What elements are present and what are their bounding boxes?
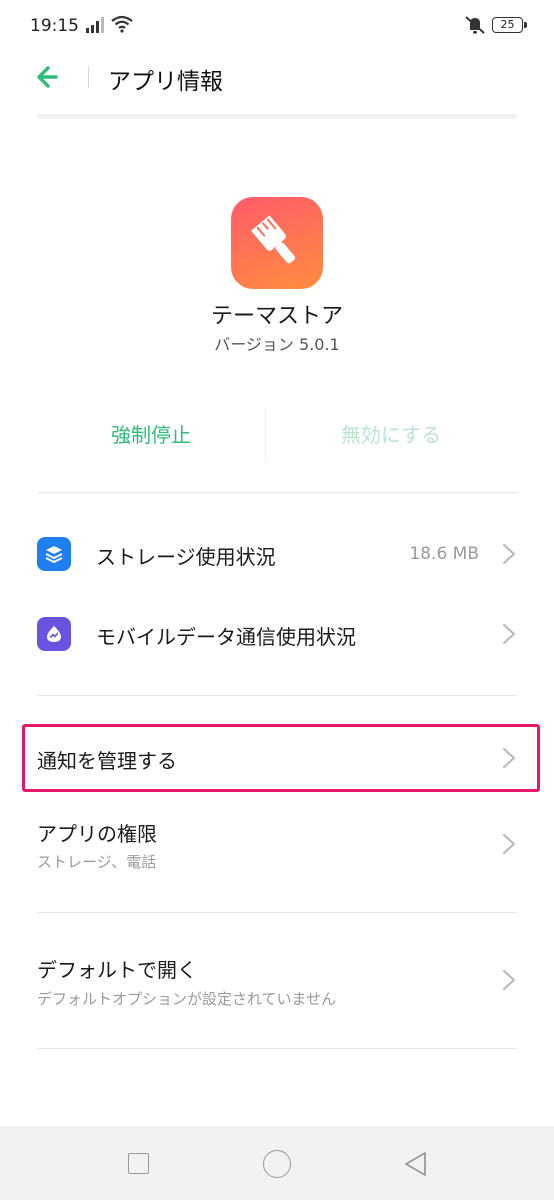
chevron-right-icon bbox=[502, 543, 516, 565]
header-divider bbox=[88, 66, 89, 88]
back-arrow-icon[interactable] bbox=[34, 62, 70, 92]
app-actions: 強制停止 無効にする bbox=[37, 405, 517, 465]
chevron-right-icon bbox=[502, 833, 516, 855]
page-title: アプリ情報 bbox=[108, 69, 223, 95]
navigation-bar bbox=[0, 1126, 554, 1200]
section-divider bbox=[37, 1048, 517, 1049]
open-by-default-label: デフォルトで開く bbox=[37, 958, 197, 982]
vibrate-mute-icon bbox=[465, 16, 485, 34]
section-divider bbox=[37, 695, 517, 696]
open-by-default-summary: デフォルトオプションが設定されていません bbox=[37, 990, 337, 1008]
back-triangle-icon[interactable] bbox=[402, 1150, 428, 1178]
section-divider bbox=[37, 492, 517, 493]
chevron-right-icon bbox=[502, 623, 516, 645]
home-circle-icon[interactable] bbox=[263, 1150, 291, 1178]
manage-notifications-label: 通知を管理する bbox=[37, 749, 177, 773]
layers-icon bbox=[37, 537, 71, 571]
mobile-data-usage-row[interactable]: モバイルデータ通信使用状況 bbox=[0, 594, 554, 674]
app-permissions-summary: ストレージ、電話 bbox=[37, 853, 157, 871]
app-permissions-row[interactable]: アプリの権限 ストレージ、電話 bbox=[0, 800, 554, 890]
section-divider bbox=[37, 912, 517, 913]
storage-usage-label: ストレージ使用状況 bbox=[96, 545, 276, 569]
mobile-data-usage-label: モバイルデータ通信使用状況 bbox=[96, 625, 356, 649]
force-stop-button[interactable]: 強制停止 bbox=[37, 405, 265, 465]
app-permissions-label: アプリの権限 bbox=[37, 822, 157, 846]
app-name: テーマストア bbox=[210, 304, 343, 329]
storage-usage-row[interactable]: ストレージ使用状況 18.6 MB bbox=[0, 514, 554, 594]
header-separator bbox=[37, 114, 517, 119]
status-bar: 19:15 25 bbox=[0, 0, 554, 52]
app-icon bbox=[231, 197, 323, 289]
paintbrush-icon bbox=[251, 215, 296, 264]
data-usage-icon bbox=[37, 617, 71, 651]
battery-indicator: 25 bbox=[492, 17, 527, 33]
disable-button[interactable]: 無効にする bbox=[266, 405, 516, 465]
open-by-default-row[interactable]: デフォルトで開く デフォルトオプションが設定されていません bbox=[0, 935, 554, 1027]
manage-notifications-row[interactable]: 通知を管理する bbox=[0, 724, 554, 792]
storage-usage-value: 18.6 MB bbox=[409, 544, 479, 564]
signal-icon bbox=[86, 17, 104, 33]
chevron-right-icon bbox=[502, 969, 516, 991]
recent-apps-square-icon[interactable] bbox=[128, 1153, 149, 1174]
app-header: アプリ情報 bbox=[0, 52, 554, 104]
wifi-icon bbox=[111, 15, 133, 33]
status-time: 19:15 bbox=[30, 16, 79, 36]
app-version: バージョン 5.0.1 bbox=[214, 335, 340, 354]
chevron-right-icon bbox=[502, 747, 516, 769]
